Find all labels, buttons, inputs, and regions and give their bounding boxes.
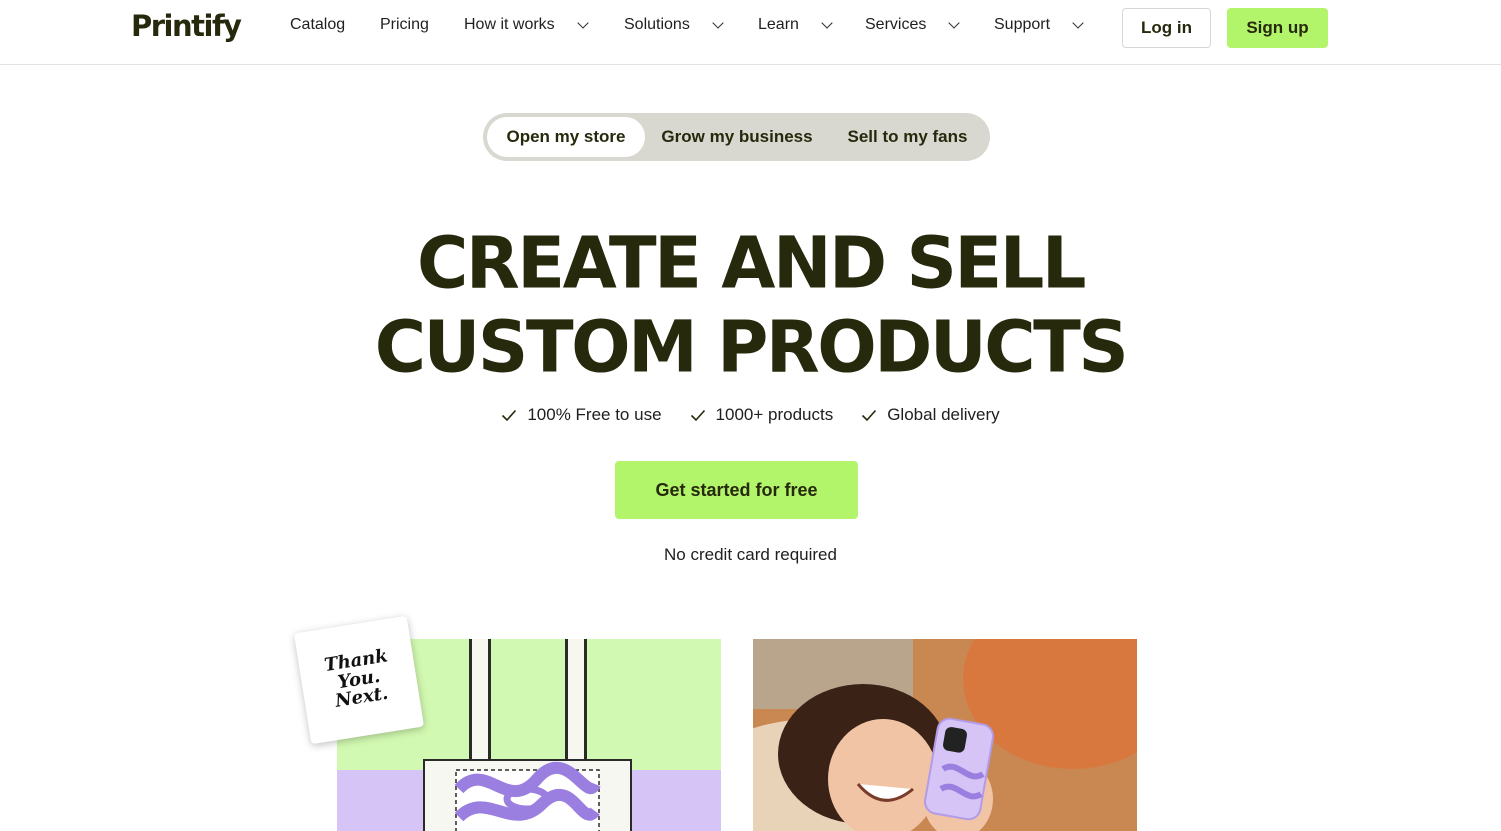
nav-catalog-label: Catalog [290, 16, 346, 33]
tab-open-my-store[interactable]: Open my store [487, 117, 645, 157]
feature-item: Global delivery [861, 405, 1000, 425]
get-started-button[interactable]: Get started for free [615, 461, 858, 519]
phone-case-photo-illustration [753, 639, 1137, 831]
feature-delivery: Global delivery [887, 405, 1000, 424]
nav-learn-label: Learn [758, 16, 799, 33]
no-credit-card-note: No credit card required [664, 545, 837, 564]
nav-solutions[interactable]: Solutions [624, 16, 724, 34]
tab-grow-my-business[interactable]: Grow my business [653, 117, 821, 157]
nav-pricing-label: Pricing [380, 16, 429, 33]
nav-learn[interactable]: Learn [758, 16, 833, 34]
chevron-down-icon [577, 16, 589, 29]
sticker-text: Thank You. Next. [323, 645, 395, 713]
feature-free: 100% Free to use [527, 405, 662, 424]
hero-title-line-2: CUSTOM PRODUCTS [374, 305, 1129, 389]
phone-case-lifestyle-image [753, 639, 1137, 831]
nav-how-it-works-label: How it works [464, 16, 555, 33]
chevron-down-icon [712, 16, 724, 29]
nav-support[interactable]: Support [994, 16, 1084, 34]
hero-title-line-1: CREATE AND SELL [417, 221, 1086, 305]
nav-services[interactable]: Services [865, 16, 961, 34]
nav-services-label: Services [865, 16, 927, 33]
check-icon [862, 409, 877, 422]
nav-support-label: Support [994, 16, 1051, 33]
check-icon [502, 409, 517, 422]
feature-list: 100% Free to use 1000+ products Global d… [0, 405, 1501, 425]
feature-products: 1000+ products [715, 405, 834, 424]
nav-how-it-works[interactable]: How it works [464, 16, 589, 34]
nav-solutions-label: Solutions [624, 16, 690, 33]
nav-catalog[interactable]: Catalog [290, 16, 345, 34]
chevron-down-icon [948, 16, 961, 29]
signup-button[interactable]: Sign up [1227, 8, 1328, 48]
printify-logo[interactable]: Printify [131, 9, 242, 43]
feature-item: 1000+ products [690, 405, 834, 425]
thank-you-sticker: Thank You. Next. [293, 615, 425, 745]
login-button[interactable]: Log in [1122, 8, 1211, 48]
check-icon [690, 409, 705, 422]
feature-item: 100% Free to use [501, 405, 662, 425]
tab-sell-to-my-fans[interactable]: Sell to my fans [829, 117, 986, 157]
goal-tabs: Open my store Grow my business Sell to m… [483, 113, 990, 161]
chevron-down-icon [821, 16, 833, 29]
chevron-down-icon [1072, 16, 1084, 29]
nav-pricing[interactable]: Pricing [380, 16, 429, 34]
top-navigation: Printify Catalog Pricing How it works So… [0, 0, 1501, 65]
